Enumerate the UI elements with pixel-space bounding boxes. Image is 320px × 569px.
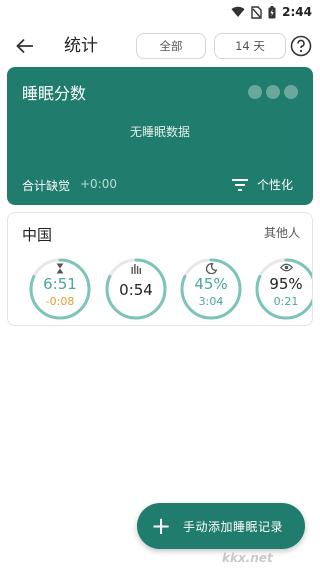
country-comparison-card: 中国 其他人 6:51 -0:08 0:54 45% 3:04 95% 0:21: [7, 212, 313, 326]
page-title: 统计: [64, 36, 98, 56]
eye-icon: [279, 263, 293, 272]
bars-icon: [131, 264, 141, 274]
help-button[interactable]: [290, 35, 312, 57]
total-deficit-label: 合计缺觉: [22, 179, 71, 193]
hourglass-icon: [56, 263, 64, 274]
add-sleep-record-button[interactable]: + 手动添加睡眠记录: [137, 503, 305, 549]
no-sim-icon: [251, 5, 262, 19]
gauge-main-value: 45%: [194, 275, 228, 293]
dot-indicator: [266, 85, 280, 99]
gauge-main-value: 95%: [269, 275, 303, 293]
watermark: kkx.net: [222, 551, 273, 565]
plus-icon: +: [150, 512, 172, 540]
filter-icon[interactable]: [232, 178, 248, 192]
others-button[interactable]: 其他人: [264, 224, 300, 241]
gauge-main-value: 0:54: [119, 281, 153, 299]
status-icons: 2:44: [231, 3, 312, 21]
arrow-left-icon: [16, 38, 33, 54]
status-time: 2:44: [282, 5, 312, 19]
moon-icon: [205, 263, 217, 274]
gauge-sub-value: 3:04: [198, 295, 224, 308]
no-data-message: 无睡眠数据: [129, 125, 190, 139]
sleep-score-card[interactable]: 睡眠分数 无睡眠数据 合计缺觉 +0:00 个性化: [7, 67, 313, 205]
country-title: 中国: [22, 226, 53, 244]
add-sleep-record-label: 手动添加睡眠记录: [183, 520, 284, 534]
battery-icon: [268, 5, 276, 18]
app-bar: 统计 全部 14 天: [0, 26, 320, 66]
range-filter-button[interactable]: 全部: [136, 33, 206, 59]
help-icon: [290, 35, 312, 57]
gauge-sub-value: 0:21: [273, 295, 299, 308]
gauge-sub-value: -0:08: [45, 295, 75, 308]
gauge-awake[interactable]: 95% 0:21: [254, 257, 312, 321]
dot-indicator: [248, 85, 262, 99]
days-filter-button[interactable]: 14 天: [214, 33, 286, 59]
status-bar: 2:44: [0, 0, 320, 24]
personalize-button[interactable]: 个性化: [257, 176, 293, 193]
gauge-sleep-duration[interactable]: 6:51 -0:08: [28, 257, 92, 321]
dot-indicator: [284, 85, 298, 99]
gauge-sleep-bars[interactable]: 0:54: [104, 257, 168, 321]
sleep-score-title: 睡眠分数: [22, 84, 87, 103]
back-button[interactable]: [12, 34, 38, 58]
gauge-main-value: 6:51: [43, 275, 77, 293]
total-deficit-value: +0:00: [80, 177, 118, 191]
wifi-icon: [231, 6, 245, 18]
more-options-dots[interactable]: [248, 85, 298, 99]
gauge-deep-sleep[interactable]: 45% 3:04: [179, 257, 243, 321]
